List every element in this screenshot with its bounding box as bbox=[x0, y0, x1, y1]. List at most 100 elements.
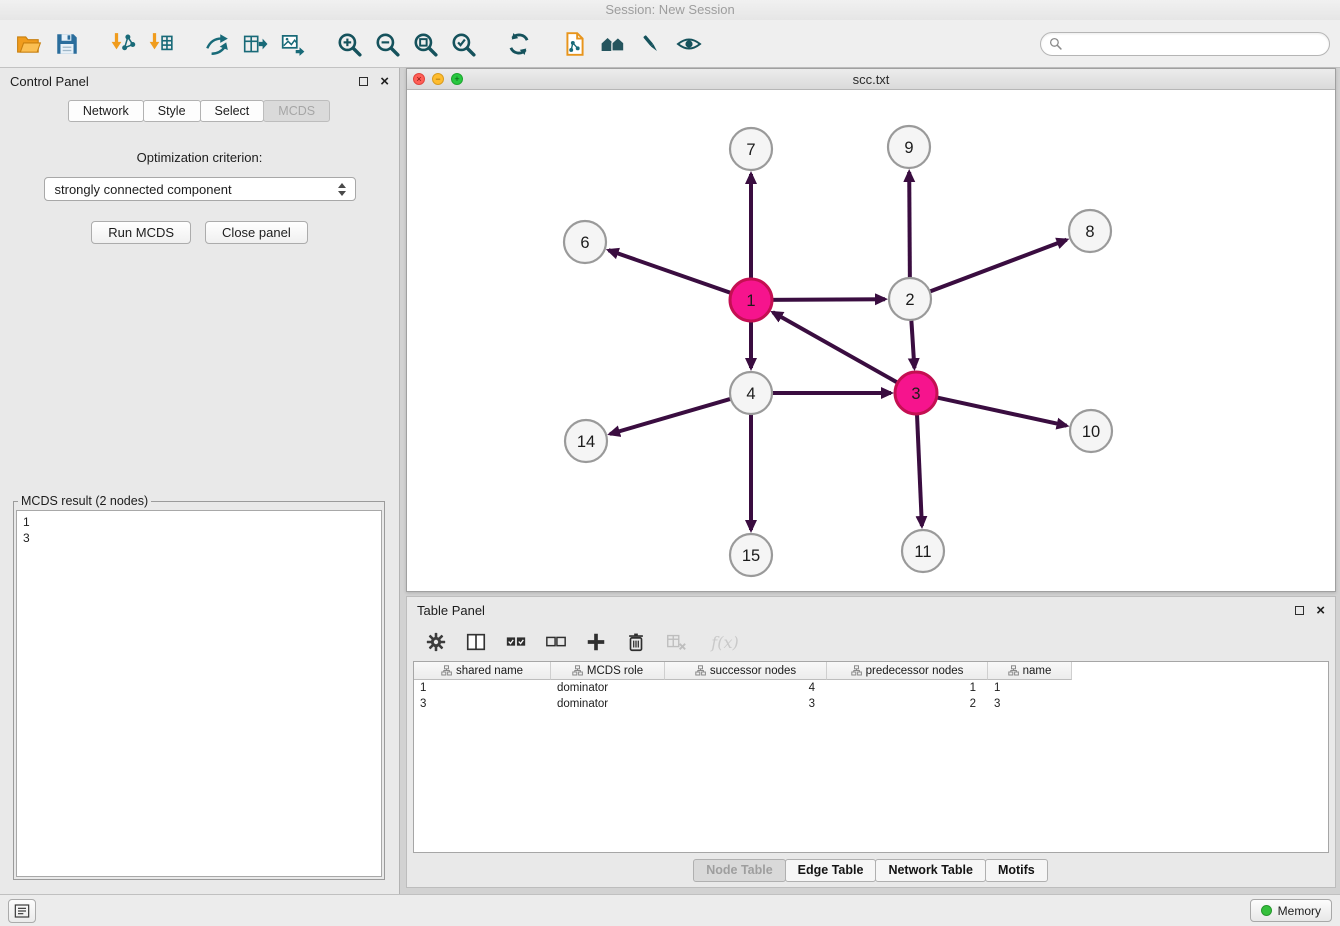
float-panel-icon[interactable] bbox=[359, 77, 368, 86]
show-details-button[interactable] bbox=[670, 24, 708, 64]
column-header-shared-name[interactable]: shared name bbox=[414, 662, 551, 680]
graph-node-3[interactable]: 3 bbox=[895, 372, 937, 414]
table-settings-button[interactable] bbox=[423, 629, 449, 655]
delete-column-button[interactable] bbox=[623, 629, 649, 655]
table-cell[interactable]: 4 bbox=[665, 680, 827, 696]
table-cell[interactable]: 3 bbox=[665, 696, 827, 712]
graph-node-1[interactable]: 1 bbox=[730, 279, 772, 321]
criterion-select[interactable]: strongly connected component bbox=[44, 177, 356, 201]
deselect-all-rows-button[interactable] bbox=[543, 629, 569, 655]
column-header-successor-nodes[interactable]: successor nodes bbox=[665, 662, 827, 680]
close-panel-icon[interactable]: × bbox=[380, 74, 389, 89]
result-item[interactable]: 1 bbox=[23, 514, 375, 530]
main-toolbar bbox=[0, 20, 1340, 68]
graph-edge-1-2[interactable] bbox=[768, 299, 885, 300]
share-network-button[interactable] bbox=[198, 24, 236, 64]
graph-node-15[interactable]: 15 bbox=[730, 534, 772, 576]
column-header-name[interactable]: name bbox=[988, 662, 1072, 680]
search-input[interactable] bbox=[1067, 37, 1321, 51]
tab-style[interactable]: Style bbox=[143, 100, 201, 122]
tab-mcds[interactable]: MCDS bbox=[263, 100, 330, 122]
toolbar-separator bbox=[86, 43, 104, 44]
table-cell[interactable]: 1 bbox=[414, 680, 551, 696]
table-row[interactable]: 3dominator323 bbox=[414, 696, 1328, 712]
zoom-window-icon[interactable]: + bbox=[451, 73, 463, 85]
graph-node-2[interactable]: 2 bbox=[889, 278, 931, 320]
optimization-criterion-label: Optimization criterion: bbox=[0, 150, 399, 165]
export-image-icon bbox=[280, 31, 306, 57]
graph-node-7[interactable]: 7 bbox=[730, 128, 772, 170]
network-canvas[interactable]: 7 9 6 8 1 2 4 3 14 10 15 11 bbox=[407, 90, 1335, 591]
tab-select[interactable]: Select bbox=[200, 100, 265, 122]
zoom-out-button[interactable] bbox=[368, 24, 406, 64]
graph-edge-2-8[interactable] bbox=[926, 240, 1067, 293]
zoom-in-button[interactable] bbox=[330, 24, 368, 64]
tab-motifs[interactable]: Motifs bbox=[985, 859, 1048, 882]
tab-edge-table[interactable]: Edge Table bbox=[785, 859, 877, 882]
first-neighbors-button[interactable] bbox=[556, 24, 594, 64]
split-columns-button[interactable] bbox=[463, 629, 489, 655]
mcds-result-list[interactable]: 13 bbox=[16, 510, 382, 877]
tab-network[interactable]: Network bbox=[68, 100, 144, 122]
import-network-button[interactable] bbox=[104, 24, 142, 64]
graph-edge-1-6[interactable] bbox=[609, 250, 735, 294]
network-overview-button[interactable] bbox=[594, 24, 632, 64]
table-cell[interactable]: 2 bbox=[827, 696, 988, 712]
export-image-button[interactable] bbox=[274, 24, 312, 64]
table-row[interactable]: 1dominator411 bbox=[414, 680, 1328, 696]
open-folder-icon bbox=[16, 31, 42, 57]
export-table-button[interactable] bbox=[236, 24, 274, 64]
graph-node-6[interactable]: 6 bbox=[564, 221, 606, 263]
tab-network-table[interactable]: Network Table bbox=[875, 859, 986, 882]
minimize-window-icon[interactable]: − bbox=[432, 73, 444, 85]
refresh-layout-button[interactable] bbox=[500, 24, 538, 64]
function-builder-button[interactable]: f(x) bbox=[703, 629, 747, 655]
close-table-panel-icon[interactable]: × bbox=[1316, 603, 1325, 618]
graph-node-9[interactable]: 9 bbox=[888, 126, 930, 168]
style-pen-button[interactable] bbox=[632, 24, 670, 64]
table-cell[interactable]: 1 bbox=[988, 680, 1072, 696]
table-cell[interactable]: dominator bbox=[551, 680, 665, 696]
graph-node-4[interactable]: 4 bbox=[730, 372, 772, 414]
graph-node-11[interactable]: 11 bbox=[902, 530, 944, 572]
graph-edge-3-10[interactable] bbox=[933, 397, 1067, 426]
graph-edge-2-3[interactable] bbox=[911, 316, 914, 368]
network-graph[interactable]: 7 9 6 8 1 2 4 3 14 10 15 11 bbox=[407, 90, 1335, 591]
graph-edge-3-11[interactable] bbox=[917, 410, 922, 526]
add-column-button[interactable] bbox=[583, 629, 609, 655]
tab-node-table[interactable]: Node Table bbox=[693, 859, 785, 882]
graph-node-10[interactable]: 10 bbox=[1070, 410, 1112, 452]
delete-table-button[interactable] bbox=[663, 629, 689, 655]
node-table: shared nameMCDS rolesuccessor nodesprede… bbox=[413, 661, 1329, 853]
result-item[interactable]: 3 bbox=[23, 530, 375, 546]
select-all-rows-button[interactable] bbox=[503, 629, 529, 655]
table-cell[interactable]: 3 bbox=[414, 696, 551, 712]
toolbar-separator bbox=[482, 43, 500, 44]
split-columns-icon bbox=[465, 631, 487, 653]
table-cell[interactable]: 1 bbox=[827, 680, 988, 696]
window-title: Session: New Session bbox=[605, 2, 734, 17]
open-session-button[interactable] bbox=[10, 24, 48, 64]
close-window-icon[interactable]: × bbox=[413, 73, 425, 85]
float-table-panel-icon[interactable] bbox=[1295, 606, 1304, 615]
memory-status-button[interactable]: Memory bbox=[1250, 899, 1332, 922]
column-sort-icon bbox=[851, 665, 862, 676]
task-history-button[interactable] bbox=[8, 899, 36, 923]
close-panel-button[interactable]: Close panel bbox=[205, 221, 308, 244]
graph-edge-4-14[interactable] bbox=[610, 398, 735, 434]
app-window: Session: New Session bbox=[0, 0, 1340, 926]
save-session-button[interactable] bbox=[48, 24, 86, 64]
run-mcds-button[interactable]: Run MCDS bbox=[91, 221, 191, 244]
graph-node-14[interactable]: 14 bbox=[565, 420, 607, 462]
zoom-fit-button[interactable] bbox=[406, 24, 444, 64]
column-header-predecessor-nodes[interactable]: predecessor nodes bbox=[827, 662, 988, 680]
graph-edge-3-1[interactable] bbox=[773, 312, 901, 384]
table-cell[interactable]: dominator bbox=[551, 696, 665, 712]
column-header-MCDS-role[interactable]: MCDS role bbox=[551, 662, 665, 680]
search-box[interactable] bbox=[1040, 32, 1330, 56]
graph-edge-2-9[interactable] bbox=[909, 172, 910, 282]
import-table-button[interactable] bbox=[142, 24, 180, 64]
graph-node-8[interactable]: 8 bbox=[1069, 210, 1111, 252]
table-cell[interactable]: 3 bbox=[988, 696, 1072, 712]
zoom-selected-button[interactable] bbox=[444, 24, 482, 64]
